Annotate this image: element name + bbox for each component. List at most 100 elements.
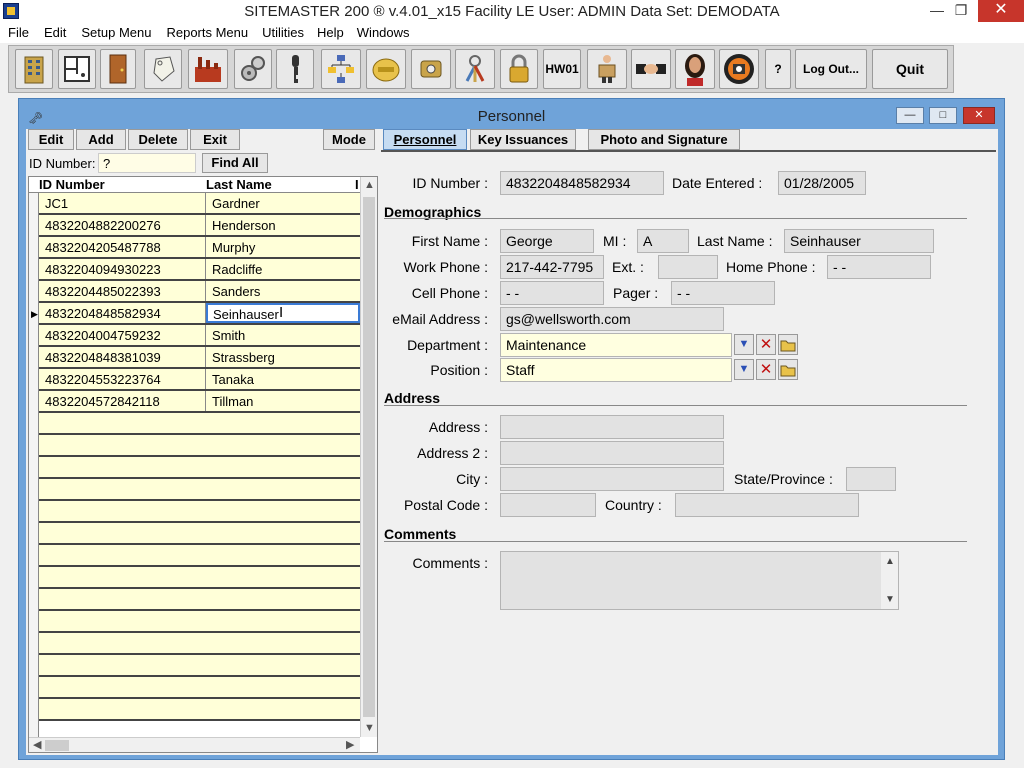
- table-row[interactable]: 4832204848381039 Strassberg: [39, 347, 360, 369]
- close-button[interactable]: ✕: [978, 0, 1024, 22]
- window-close-button[interactable]: ✕: [963, 107, 995, 124]
- ext-field[interactable]: [658, 255, 718, 279]
- last-name-cell[interactable]: Smith: [206, 325, 360, 345]
- mode-button[interactable]: Mode: [323, 129, 375, 150]
- department-dropdown-icon[interactable]: ▼: [734, 334, 754, 355]
- id-number-cell[interactable]: [39, 677, 206, 697]
- find-all-button[interactable]: Find All: [202, 153, 268, 173]
- empty-table-row[interactable]: [39, 655, 360, 677]
- id-number-cell[interactable]: JC1: [39, 193, 206, 213]
- edit-button[interactable]: Edit: [28, 129, 74, 150]
- postal-code-field[interactable]: [500, 493, 596, 517]
- grid-horizontal-scrollbar[interactable]: ◀ ▶: [29, 737, 360, 752]
- comments-scroll-down-icon[interactable]: ▼: [885, 594, 895, 605]
- last-name-cell[interactable]: [206, 567, 360, 587]
- door-icon[interactable]: [100, 49, 136, 89]
- empty-table-row[interactable]: [39, 611, 360, 633]
- security-badge-icon[interactable]: [719, 49, 759, 89]
- id-number-cell[interactable]: [39, 413, 206, 433]
- empty-table-row[interactable]: [39, 589, 360, 611]
- empty-table-row[interactable]: [39, 479, 360, 501]
- column-header-id[interactable]: ID Number: [39, 177, 105, 192]
- last-name-cell[interactable]: [206, 413, 360, 433]
- first-name-field[interactable]: George: [500, 229, 594, 253]
- id-number-cell[interactable]: [39, 501, 206, 521]
- id-number-cell[interactable]: 4832204094930223: [39, 259, 206, 279]
- scroll-up-icon[interactable]: ▲: [364, 179, 375, 191]
- id-number-cell[interactable]: 4832204205487788: [39, 237, 206, 257]
- scroll-right-icon[interactable]: ▶: [346, 738, 354, 751]
- empty-table-row[interactable]: [39, 545, 360, 567]
- id-number-cell[interactable]: [39, 523, 206, 543]
- empty-table-row[interactable]: [39, 501, 360, 523]
- empty-table-row[interactable]: [39, 677, 360, 699]
- id-number-cell[interactable]: [39, 567, 206, 587]
- menu-utilities[interactable]: Utilities: [262, 22, 304, 43]
- grid-vertical-scrollbar[interactable]: ▲ ▼: [360, 177, 377, 737]
- last-name-cell[interactable]: [206, 589, 360, 609]
- id-number-cell[interactable]: [39, 699, 206, 719]
- add-button[interactable]: Add: [76, 129, 126, 150]
- last-name-cell[interactable]: [206, 699, 360, 719]
- table-row[interactable]: 4832204004759232 Smith: [39, 325, 360, 347]
- quit-button[interactable]: Quit: [872, 49, 948, 89]
- last-name-cell[interactable]: Gardner: [206, 193, 360, 213]
- id-number-cell[interactable]: 4832204572842118: [39, 391, 206, 411]
- id-number-cell[interactable]: 4832204848582934: [39, 303, 206, 323]
- menu-setup[interactable]: Setup Menu: [81, 22, 151, 43]
- id-number-cell[interactable]: 4832204485022393: [39, 281, 206, 301]
- id-number-search-input[interactable]: ?: [98, 153, 196, 173]
- position-folder-icon[interactable]: [778, 359, 798, 380]
- last-name-cell[interactable]: [206, 611, 360, 631]
- empty-table-row[interactable]: [39, 633, 360, 655]
- key-tag-icon[interactable]: [144, 49, 182, 89]
- delete-button[interactable]: Delete: [128, 129, 188, 150]
- table-row[interactable]: 4832204882200276 Henderson: [39, 215, 360, 237]
- state-field[interactable]: [846, 467, 896, 491]
- column-header-extra[interactable]: I: [355, 177, 359, 192]
- id-number-cell[interactable]: [39, 457, 206, 477]
- help-button[interactable]: ?: [765, 49, 791, 89]
- id-number-cell[interactable]: [39, 655, 206, 675]
- comments-scroll-up-icon[interactable]: ▲: [885, 556, 895, 567]
- address2-field[interactable]: [500, 441, 724, 465]
- cell-phone-field[interactable]: - -: [500, 281, 604, 305]
- id-number-cell[interactable]: [39, 545, 206, 565]
- id-number-cell[interactable]: 4832204848381039: [39, 347, 206, 367]
- id-number-cell[interactable]: 4832204553223764: [39, 369, 206, 389]
- empty-table-row[interactable]: [39, 435, 360, 457]
- factory-icon[interactable]: [188, 49, 228, 89]
- department-select[interactable]: Maintenance: [500, 333, 732, 357]
- id-number-cell[interactable]: [39, 435, 206, 455]
- menu-file[interactable]: File: [8, 22, 29, 43]
- city-field[interactable]: [500, 467, 724, 491]
- last-name-cell[interactable]: Strassberg: [206, 347, 360, 367]
- last-name-cell[interactable]: [206, 677, 360, 697]
- table-row[interactable]: 4832204848582934 Seinhauser: [39, 303, 360, 325]
- id-number-field[interactable]: 4832204848582934: [500, 171, 664, 195]
- table-row[interactable]: 4832204553223764 Tanaka: [39, 369, 360, 391]
- window-maximize-button[interactable]: □: [929, 107, 957, 124]
- last-name-cell[interactable]: Tillman: [206, 391, 360, 411]
- hierarchy-icon[interactable]: [321, 49, 361, 89]
- empty-table-row[interactable]: [39, 699, 360, 721]
- lock-cylinder-icon[interactable]: [411, 49, 451, 89]
- empty-table-row[interactable]: [39, 523, 360, 545]
- pager-field[interactable]: - -: [671, 281, 775, 305]
- home-phone-field[interactable]: - -: [827, 255, 931, 279]
- scroll-left-icon[interactable]: ◀: [33, 738, 41, 751]
- empty-table-row[interactable]: [39, 567, 360, 589]
- last-name-field[interactable]: Seinhauser: [784, 229, 934, 253]
- comments-scrollbar[interactable]: ▲ ▼: [881, 552, 898, 609]
- date-entered-field[interactable]: 01/28/2005: [778, 171, 866, 195]
- menu-windows[interactable]: Windows: [357, 22, 410, 43]
- last-name-cell[interactable]: Sanders: [206, 281, 360, 301]
- gears-icon[interactable]: [234, 49, 272, 89]
- empty-table-row[interactable]: [39, 457, 360, 479]
- floor-plan-icon[interactable]: [58, 49, 96, 89]
- id-number-cell[interactable]: [39, 589, 206, 609]
- country-field[interactable]: [675, 493, 859, 517]
- hscroll-thumb[interactable]: [45, 740, 69, 751]
- position-select[interactable]: Staff: [500, 358, 732, 382]
- last-name-cell[interactable]: [206, 501, 360, 521]
